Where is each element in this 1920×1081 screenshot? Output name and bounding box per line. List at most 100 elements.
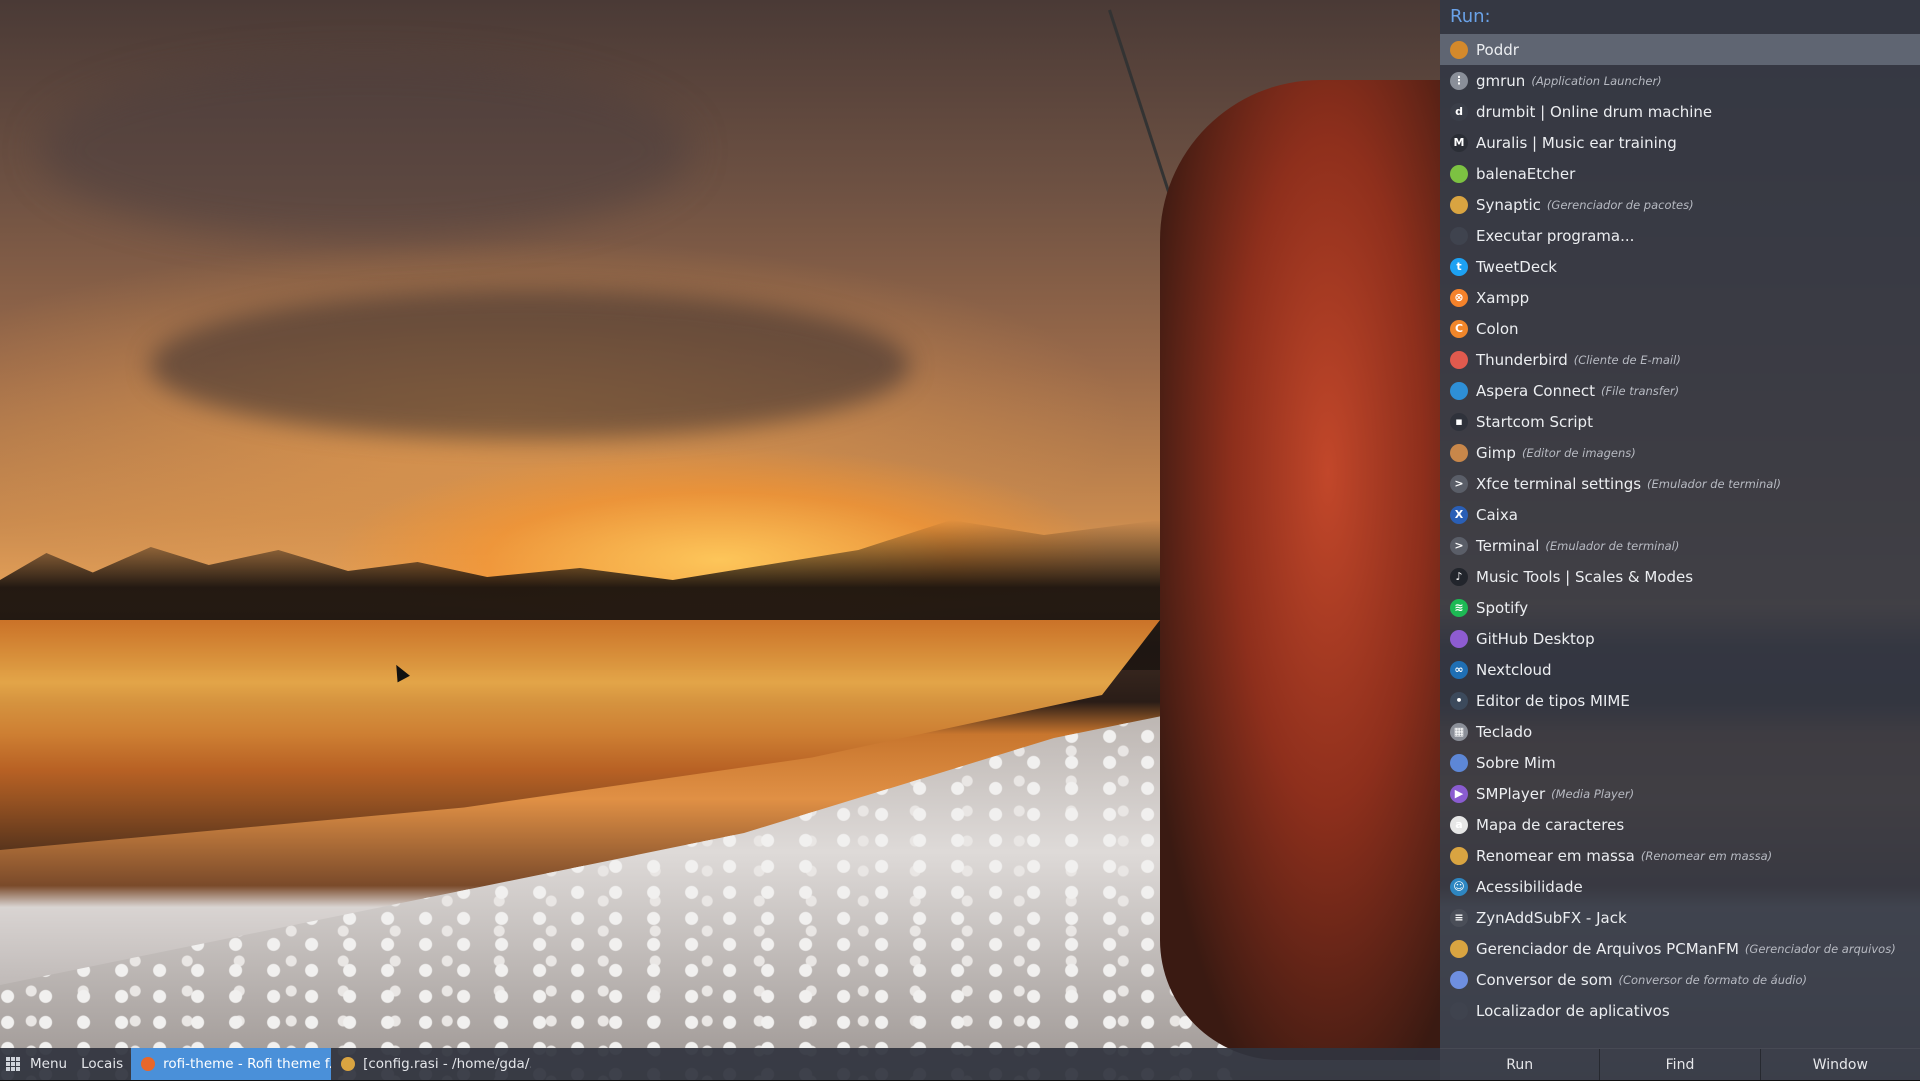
xampp-icon: ⊗ bbox=[1450, 288, 1468, 307]
script-icon: ▪ bbox=[1450, 412, 1468, 431]
rofi-entry-name: TweetDeck bbox=[1476, 257, 1557, 276]
rofi-entry[interactable]: X Caixa bbox=[1440, 499, 1920, 530]
nextcloud-icon: ∞ bbox=[1450, 660, 1468, 679]
rofi-entry[interactable]: > Terminal (Emulador de terminal) bbox=[1440, 530, 1920, 561]
thunderbird-icon bbox=[1450, 350, 1468, 369]
rofi-entry[interactable]: a Mapa de caracteres bbox=[1440, 809, 1920, 840]
rofi-entry[interactable]: balenaEtcher bbox=[1440, 158, 1920, 189]
mode-window-button[interactable]: Window bbox=[1761, 1049, 1920, 1080]
rofi-entry[interactable]: ▪ Startcom Script bbox=[1440, 406, 1920, 437]
rofi-list: Poddr ⋮ gmrun (Application Launcher) d drumbi… bbox=[1440, 34, 1920, 1026]
rofi-entry[interactable]: Executar programa... bbox=[1440, 220, 1920, 251]
rofi-entry[interactable]: Synaptic (Gerenciador de pacotes) bbox=[1440, 189, 1920, 220]
rofi-entry[interactable]: d drumbit | Online drum machine bbox=[1440, 96, 1920, 127]
rofi-entry[interactable]: Renomear em massa (Renomear em massa) bbox=[1440, 840, 1920, 871]
rofi-entry[interactable]: t TweetDeck bbox=[1440, 251, 1920, 282]
text-editor-icon bbox=[341, 1057, 356, 1071]
grid-app-icon: ⋮ bbox=[1450, 71, 1468, 90]
rofi-entry[interactable]: ≡ ZynAddSubFX - Jack bbox=[1440, 902, 1920, 933]
rofi-entry-name: Terminal bbox=[1476, 536, 1540, 555]
tweetdeck-icon: t bbox=[1450, 257, 1468, 276]
caixa-icon: X bbox=[1450, 505, 1468, 524]
keyboard-icon: ▦ bbox=[1450, 722, 1468, 741]
rofi-entry[interactable]: Aspera Connect (File transfer) bbox=[1440, 375, 1920, 406]
rofi-entry-name: Auralis | Music ear training bbox=[1476, 133, 1677, 152]
rofi-entry[interactable]: M Auralis | Music ear training bbox=[1440, 127, 1920, 158]
accessibility-icon: ☺ bbox=[1450, 877, 1468, 896]
app-grid-icon bbox=[6, 1057, 20, 1071]
rofi-entry-name: Startcom Script bbox=[1476, 412, 1593, 431]
rofi-entry[interactable]: Gimp (Editor de imagens) bbox=[1440, 437, 1920, 468]
rofi-entry[interactable]: Conversor de som (Conversor de formato de… bbox=[1440, 964, 1920, 995]
rofi-entry-description: (Gerenciador de arquivos) bbox=[1744, 941, 1896, 956]
rofi-entry-description: (Renomear em massa) bbox=[1640, 848, 1773, 863]
cube-icon bbox=[1450, 164, 1468, 183]
rofi-entry-name: Poddr bbox=[1476, 40, 1519, 59]
rofi-entry[interactable]: ▦ Teclado bbox=[1440, 716, 1920, 747]
rofi-entry-name: gmrun bbox=[1476, 71, 1526, 90]
rofi-entry-description: (Editor de imagens) bbox=[1521, 445, 1636, 460]
rofi-entry-name: Gimp bbox=[1476, 443, 1516, 462]
rofi-entry-description: (Conversor de formato de áudio) bbox=[1618, 972, 1808, 987]
rofi-entry[interactable]: Poddr bbox=[1440, 34, 1920, 65]
rofi-entry-name: balenaEtcher bbox=[1476, 164, 1576, 183]
zynaddsubfx-icon: ≡ bbox=[1450, 908, 1468, 927]
app-finder-icon bbox=[1450, 1001, 1468, 1020]
rofi-entry[interactable]: ♪ Music Tools | Scales & Modes bbox=[1440, 561, 1920, 592]
menu-button[interactable]: Menu bbox=[0, 1048, 73, 1080]
rofi-entry[interactable]: GitHub Desktop bbox=[1440, 623, 1920, 654]
rofi-entry-name: Thunderbird bbox=[1476, 350, 1568, 369]
rofi-entry-name: Sobre Mim bbox=[1476, 753, 1556, 772]
rofi-entry-name: Acessibilidade bbox=[1476, 877, 1583, 896]
rofi-entry-name: GitHub Desktop bbox=[1476, 629, 1595, 648]
taskbar-window-button[interactable]: [config.rasi - /home/gda/.... bbox=[331, 1048, 531, 1080]
rofi-entry[interactable]: Gerenciador de Arquivos PCManFM (Gerencia… bbox=[1440, 933, 1920, 964]
mode-run-button[interactable]: Run bbox=[1440, 1049, 1601, 1080]
rofi-entry[interactable]: Thunderbird (Cliente de E-mail) bbox=[1440, 344, 1920, 375]
terminal-icon: > bbox=[1450, 536, 1468, 555]
rofi-mode-switcher: Run Find Window bbox=[1440, 1048, 1920, 1080]
rofi-entry[interactable]: > Xfce terminal settings (Emulador de term… bbox=[1440, 468, 1920, 499]
rofi-entry[interactable]: Sobre Mim bbox=[1440, 747, 1920, 778]
rofi-entry[interactable]: ▶ SMPlayer (Media Player) bbox=[1440, 778, 1920, 809]
places-button[interactable]: Locais bbox=[73, 1056, 131, 1072]
rofi-entry[interactable]: ∞ Nextcloud bbox=[1440, 654, 1920, 685]
rofi-entry[interactable]: ☺ Acessibilidade bbox=[1440, 871, 1920, 902]
aspera-icon bbox=[1450, 381, 1468, 400]
rofi-entry[interactable]: ⋮ gmrun (Application Launcher) bbox=[1440, 65, 1920, 96]
auralis-icon: M bbox=[1450, 133, 1468, 152]
rofi-entry-name: Localizador de aplicativos bbox=[1476, 1001, 1670, 1020]
wallpaper-cloud bbox=[150, 290, 910, 440]
rofi-entry-name: ZynAddSubFX - Jack bbox=[1476, 908, 1627, 927]
rofi-entry-name: Spotify bbox=[1476, 598, 1529, 617]
gimp-icon bbox=[1450, 443, 1468, 462]
spotify-icon: ≋ bbox=[1450, 598, 1468, 617]
github-icon bbox=[1450, 629, 1468, 648]
rofi-entry-description: (Emulador de terminal) bbox=[1647, 476, 1782, 491]
rofi-prompt[interactable]: Run: bbox=[1450, 4, 1491, 30]
rofi-entry-name: Editor de tipos MIME bbox=[1476, 691, 1630, 710]
mode-find-button[interactable]: Find bbox=[1600, 1049, 1761, 1080]
rofi-entry-name: Colon bbox=[1476, 319, 1519, 338]
firefox-icon bbox=[141, 1057, 156, 1071]
terminal-settings-icon: > bbox=[1450, 474, 1468, 493]
rofi-entry-name: Xampp bbox=[1476, 288, 1530, 307]
file-manager-icon bbox=[1450, 939, 1468, 958]
rofi-entry-name: Xfce terminal settings bbox=[1476, 474, 1642, 493]
rofi-entry-name: Teclado bbox=[1476, 722, 1533, 741]
rofi-entry[interactable]: ⊗ Xampp bbox=[1440, 282, 1920, 313]
rofi-entry-name: Executar programa... bbox=[1476, 226, 1635, 245]
rofi-entry[interactable]: • Editor de tipos MIME bbox=[1440, 685, 1920, 716]
wallpaper-cloud bbox=[40, 60, 690, 240]
rofi-entry-name: Synaptic bbox=[1476, 195, 1541, 214]
rofi-entry[interactable]: ≋ Spotify bbox=[1440, 592, 1920, 623]
rofi-entry[interactable]: Localizador de aplicativos bbox=[1440, 995, 1920, 1026]
sound-converter-icon bbox=[1450, 970, 1468, 989]
taskbar-window-button[interactable]: rofi-theme - Rofi theme f... bbox=[131, 1048, 332, 1080]
music-tools-icon: ♪ bbox=[1450, 567, 1468, 586]
rofi-entry-name: drumbit | Online drum machine bbox=[1476, 102, 1713, 121]
rofi-entry[interactable]: C Colon bbox=[1440, 313, 1920, 344]
rofi-entry-name: Renomear em massa bbox=[1476, 846, 1635, 865]
rofi-launcher: Run: Poddr ⋮ gmrun (Application Launcher) d d… bbox=[1440, 0, 1920, 1080]
rofi-entry-name: Conversor de som bbox=[1476, 970, 1613, 989]
